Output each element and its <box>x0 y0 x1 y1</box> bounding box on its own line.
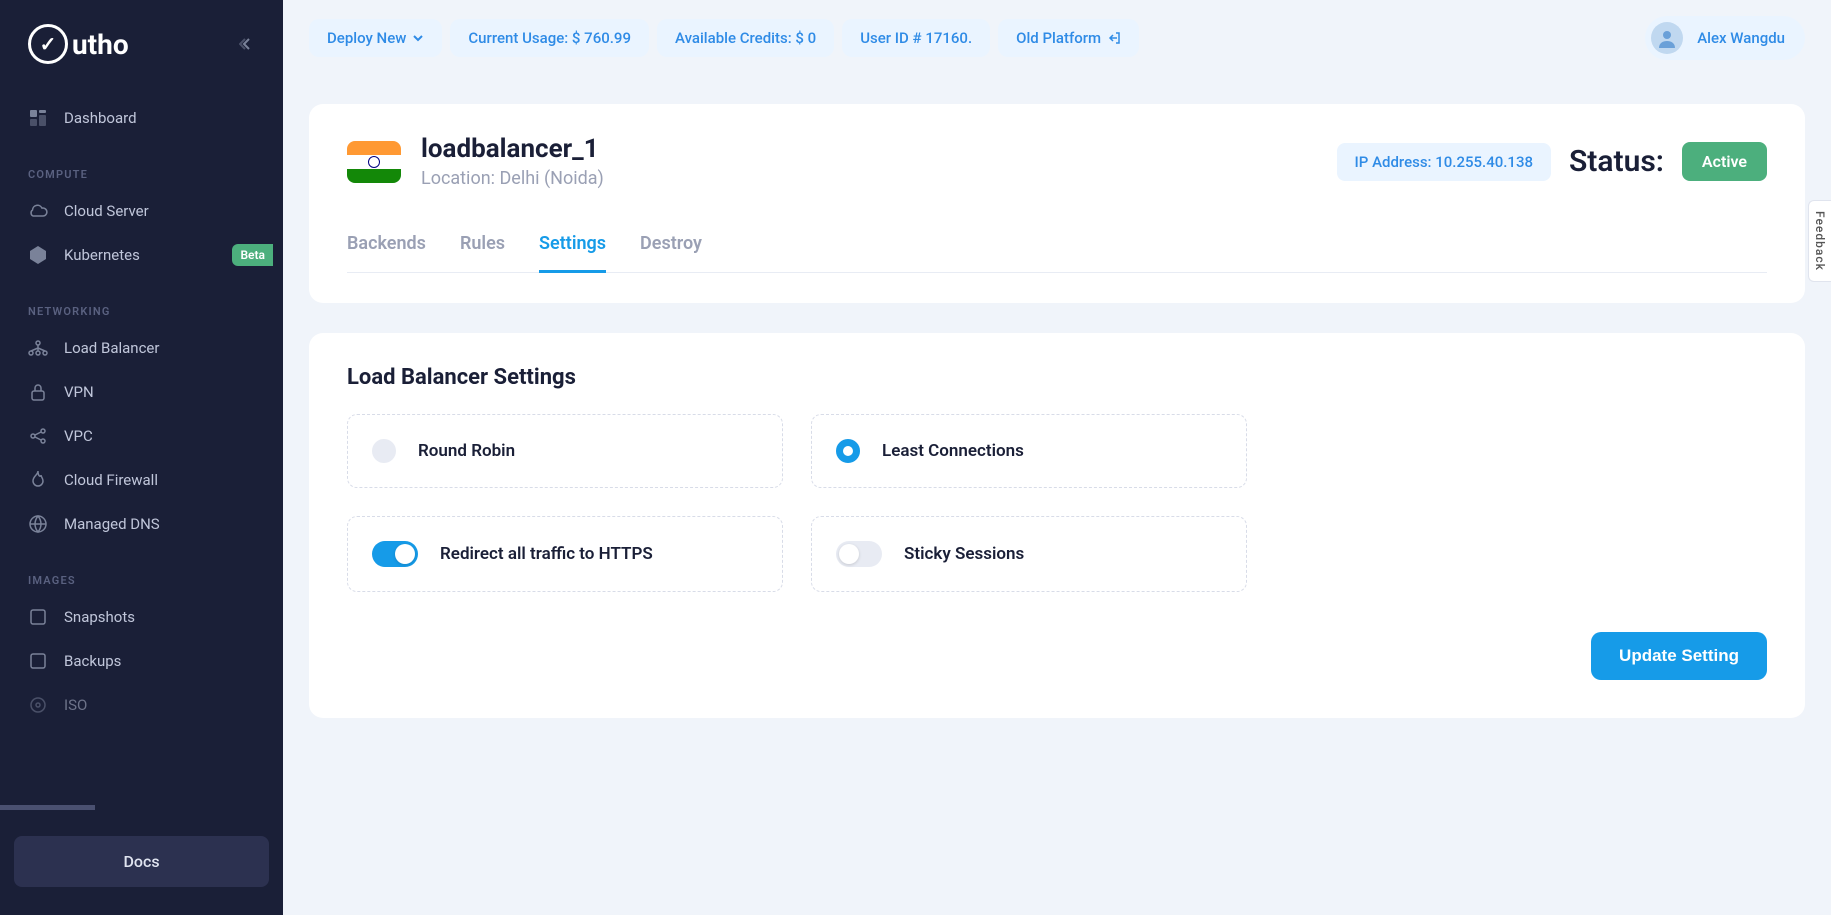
share-icon <box>28 426 48 446</box>
sidebar-item-managed-dns[interactable]: Managed DNS <box>12 502 271 546</box>
logo-icon <box>28 24 68 64</box>
option-least-connections[interactable]: Least Connections <box>811 414 1247 488</box>
nav-label: VPN <box>64 383 94 401</box>
deploy-new-button[interactable]: Deploy New <box>309 19 442 57</box>
sidebar-item-vpn[interactable]: VPN <box>12 370 271 414</box>
avatar <box>1651 22 1683 54</box>
sidebar-item-iso[interactable]: ISO <box>12 683 271 727</box>
sidebar-item-backups[interactable]: Backups <box>12 639 271 683</box>
globe-icon <box>28 514 48 534</box>
nav-label: Kubernetes <box>64 246 140 264</box>
nav-label: Backups <box>64 652 121 670</box>
section-images: IMAGES <box>12 562 271 595</box>
dashboard-icon <box>28 108 48 128</box>
user-menu[interactable]: Alex Wangdu <box>1645 16 1805 60</box>
user-name: Alex Wangdu <box>1697 29 1785 47</box>
sidebar-item-snapshots[interactable]: Snapshots <box>12 595 271 639</box>
tab-settings[interactable]: Settings <box>539 233 606 273</box>
resource-header: loadbalancer_1 Location: Delhi (Noida) I… <box>347 134 1767 189</box>
nav-label: Managed DNS <box>64 515 160 533</box>
option-sticky-sessions[interactable]: Sticky Sessions <box>811 516 1247 592</box>
logo[interactable]: utho <box>28 24 129 64</box>
nav-label: Cloud Server <box>64 202 149 220</box>
beta-badge: Beta <box>232 244 273 266</box>
resource-location: Location: Delhi (Noida) <box>421 168 604 189</box>
toggle-sticky-sessions[interactable] <box>836 541 882 567</box>
ip-address-pill: IP Address: 10.255.40.138 <box>1337 143 1551 181</box>
tab-destroy[interactable]: Destroy <box>640 233 702 273</box>
cloud-icon <box>28 201 48 221</box>
available-credits-pill: Available Credits: $ 0 <box>657 19 834 57</box>
section-networking: NETWORKING <box>12 293 271 326</box>
feedback-tab[interactable]: Feedback <box>1808 200 1831 282</box>
current-usage-pill: Current Usage: $ 760.99 <box>450 19 649 57</box>
kubernetes-icon <box>28 245 48 265</box>
option-round-robin[interactable]: Round Robin <box>347 414 783 488</box>
section-compute: COMPUTE <box>12 156 271 189</box>
sidebar-scrollbar[interactable] <box>0 805 95 810</box>
resource-card: loadbalancer_1 Location: Delhi (Noida) I… <box>309 104 1805 303</box>
docs-button[interactable]: Docs <box>14 836 269 887</box>
sidebar-item-cloud-firewall[interactable]: Cloud Firewall <box>12 458 271 502</box>
nav-label: Cloud Firewall <box>64 471 158 489</box>
tabs: Backends Rules Settings Destroy <box>347 233 1767 273</box>
nav-label: Load Balancer <box>64 339 159 357</box>
exit-icon <box>1107 31 1121 45</box>
lock-icon <box>28 382 48 402</box>
option-label: Redirect all traffic to HTTPS <box>440 544 653 564</box>
backup-icon <box>28 651 48 671</box>
sidebar-item-load-balancer[interactable]: Load Balancer <box>12 326 271 370</box>
toggle-redirect-https[interactable] <box>372 541 418 567</box>
sidebar-item-vpc[interactable]: VPC <box>12 414 271 458</box>
flame-icon <box>28 470 48 490</box>
load-balancer-icon <box>28 338 48 358</box>
settings-title: Load Balancer Settings <box>347 365 1767 390</box>
resource-name: loadbalancer_1 <box>421 134 604 164</box>
sidebar-item-kubernetes[interactable]: Kubernetes Beta <box>12 233 271 277</box>
nav-label: Dashboard <box>64 109 137 127</box>
old-platform-link[interactable]: Old Platform <box>998 19 1139 57</box>
india-flag-icon <box>347 141 401 183</box>
nav-label: Snapshots <box>64 608 135 626</box>
tab-backends[interactable]: Backends <box>347 233 426 273</box>
nav-label: ISO <box>64 696 87 714</box>
option-label: Least Connections <box>882 441 1024 461</box>
sidebar-item-cloud-server[interactable]: Cloud Server <box>12 189 271 233</box>
radio-round-robin[interactable] <box>372 439 396 463</box>
sidebar-header: utho <box>0 0 283 88</box>
option-label: Sticky Sessions <box>904 544 1024 564</box>
option-redirect-https[interactable]: Redirect all traffic to HTTPS <box>347 516 783 592</box>
user-id-pill: User ID # 17160. <box>842 19 990 57</box>
topbar: Deploy New Current Usage: $ 760.99 Avail… <box>309 8 1805 68</box>
collapse-icon[interactable] <box>239 36 255 52</box>
sidebar-item-dashboard[interactable]: Dashboard <box>12 96 271 140</box>
update-setting-button[interactable]: Update Setting <box>1591 632 1767 680</box>
chevron-down-icon <box>412 34 424 42</box>
status-label: Status: <box>1569 144 1664 179</box>
main: Deploy New Current Usage: $ 760.99 Avail… <box>283 0 1831 915</box>
option-label: Round Robin <box>418 441 515 461</box>
nav-label: VPC <box>64 427 93 445</box>
radio-least-connections[interactable] <box>836 439 860 463</box>
status-badge: Active <box>1682 142 1767 181</box>
sidebar: utho Dashboard COMPUTE Cloud Server <box>0 0 283 915</box>
settings-card: Load Balancer Settings Round Robin Least… <box>309 333 1805 718</box>
disc-icon <box>28 695 48 715</box>
tab-rules[interactable]: Rules <box>460 233 505 273</box>
brand-name: utho <box>72 28 129 61</box>
snapshot-icon <box>28 607 48 627</box>
